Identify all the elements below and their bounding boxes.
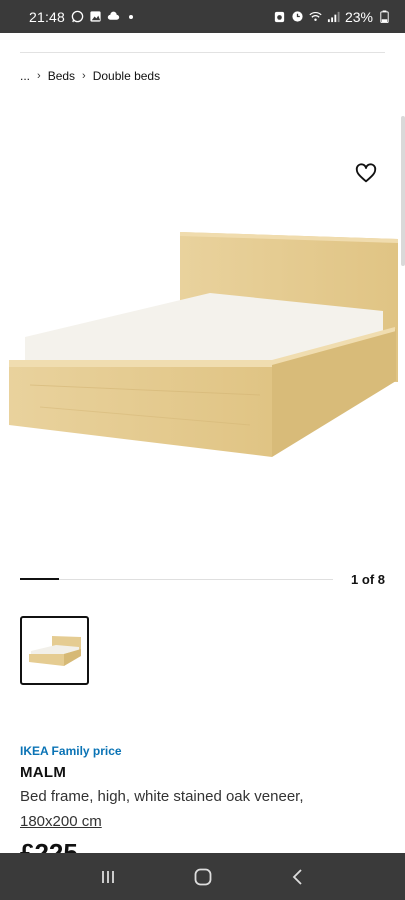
breadcrumb-ellipsis[interactable]: ... bbox=[20, 69, 30, 83]
product-image[interactable] bbox=[0, 225, 405, 465]
recent-apps-icon[interactable] bbox=[96, 865, 120, 889]
gallery-pager: 1 of 8 bbox=[20, 570, 385, 590]
signal-icon bbox=[327, 11, 340, 23]
pager-progress bbox=[20, 578, 60, 580]
thumbnail-image bbox=[28, 635, 81, 666]
image-counter: 1 of 8 bbox=[351, 572, 385, 587]
whatsapp-icon bbox=[71, 10, 84, 23]
heart-icon[interactable] bbox=[355, 163, 377, 185]
product-size-link[interactable]: 180x200 cm bbox=[20, 813, 102, 830]
chevron-right-icon: › bbox=[82, 70, 86, 82]
battery-percent: 23% bbox=[344, 8, 373, 25]
alarm-icon bbox=[274, 11, 285, 23]
status-time: 21:48 bbox=[29, 8, 66, 25]
pager-track bbox=[20, 579, 333, 580]
thumbnail-1[interactable] bbox=[20, 616, 89, 685]
wifi-icon bbox=[309, 11, 322, 21]
product-price: £225 bbox=[20, 840, 78, 854]
clock-icon bbox=[292, 11, 303, 22]
notification-dot bbox=[129, 14, 134, 19]
chevron-right-icon: › bbox=[37, 70, 41, 82]
status-bar: 21:48 23% bbox=[0, 0, 405, 33]
breadcrumb-item-beds[interactable]: Beds bbox=[48, 69, 75, 83]
system-nav-bar bbox=[0, 853, 405, 900]
home-icon[interactable] bbox=[191, 865, 215, 889]
family-price-label: IKEA Family price bbox=[20, 744, 122, 758]
breadcrumb-item-double-beds[interactable]: Double beds bbox=[93, 69, 160, 83]
product-name: MALM bbox=[20, 764, 67, 781]
gallery-icon bbox=[90, 11, 101, 22]
breadcrumb: ... › Beds › Double beds bbox=[20, 69, 160, 83]
back-icon[interactable] bbox=[286, 865, 310, 889]
cloud-icon bbox=[107, 11, 120, 20]
battery-icon bbox=[380, 10, 389, 23]
product-description: Bed frame, high, white stained oak venee… bbox=[20, 788, 304, 805]
header-divider bbox=[20, 52, 385, 53]
